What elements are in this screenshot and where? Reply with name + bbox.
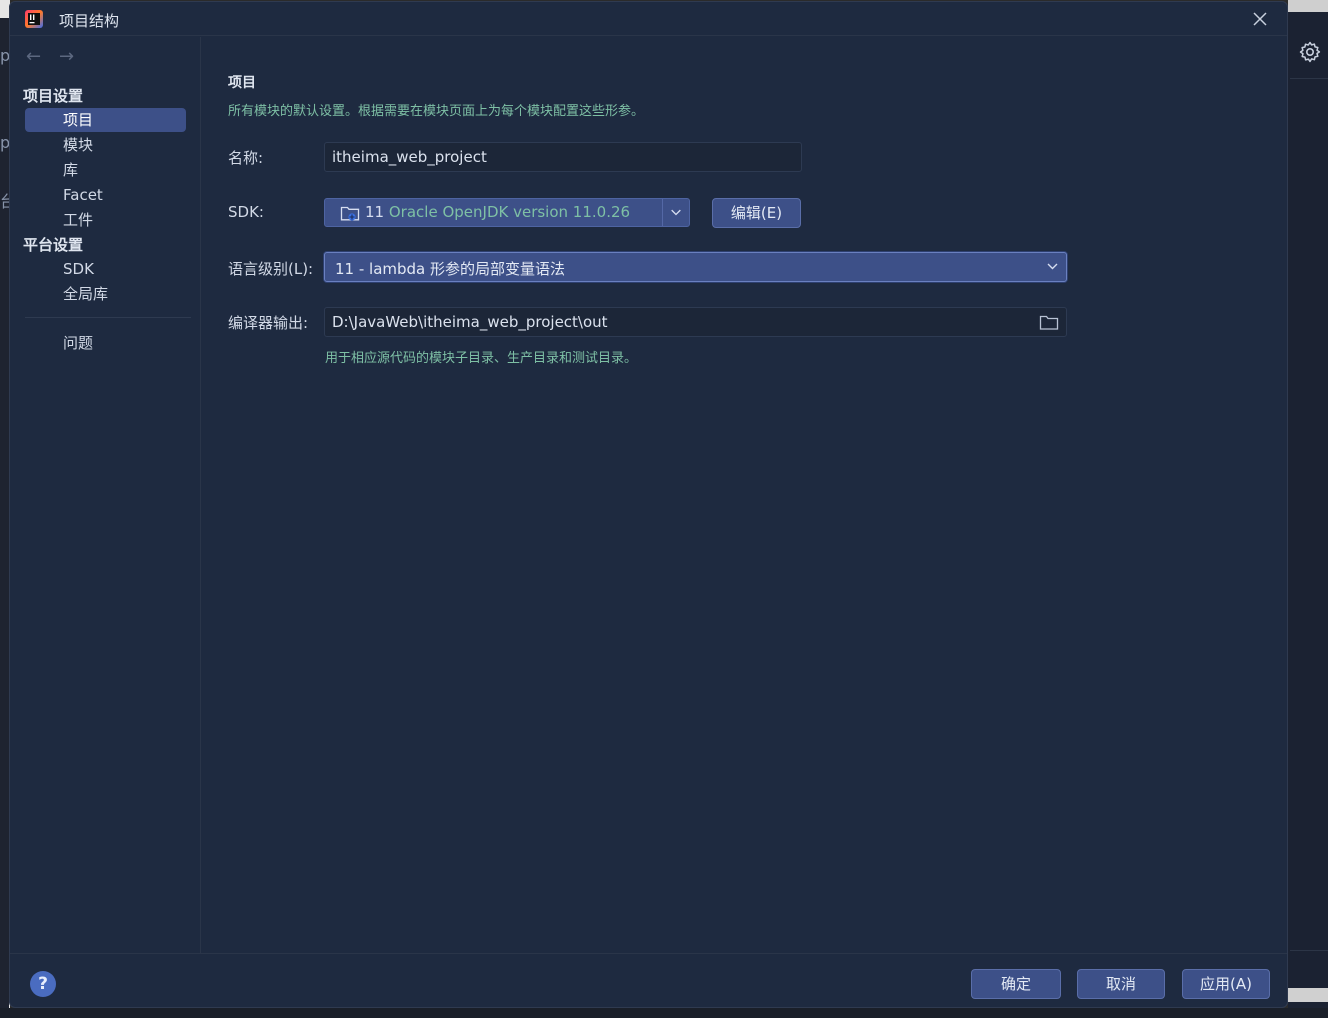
sdk-label: SDK: — [228, 203, 264, 221]
sidebar-item-project[interactable]: 项目 — [25, 108, 186, 132]
page-description: 所有模块的默认设置。根据需要在模块页面上为每个模块配置这些形参。 — [228, 104, 645, 119]
forward-arrow-icon[interactable]: → — [59, 46, 74, 67]
compiler-output-value: D:\JavaWeb\itheima_web_project\out — [332, 313, 608, 331]
gear-icon[interactable] — [1298, 40, 1322, 64]
language-level-label: 语言级别(L): — [228, 260, 314, 278]
close-icon[interactable] — [1250, 9, 1270, 29]
sidebar-item-modules[interactable]: 模块 — [25, 133, 186, 157]
sidebar-item-artifacts[interactable]: 工件 — [25, 208, 186, 232]
dialog-footer: ? 确定 取消 应用(A) — [10, 953, 1287, 1007]
sdk-value: 11 Oracle OpenJDK version 11.0.26 — [365, 203, 630, 221]
background-ide-right-top — [1288, 0, 1328, 12]
project-structure-dialog: 项目结构 ← → 项目设置 项目 模块 库 Facet 工件 平台设置 SDK … — [9, 1, 1288, 1008]
platform-settings-header: 平台设置 — [23, 236, 84, 254]
background-ide-right — [1288, 0, 1328, 1018]
sidebar-item-global-libraries[interactable]: 全局库 — [25, 282, 186, 306]
language-level-dropdown[interactable]: 11 - lambda 形参的局部变量语法 — [324, 252, 1067, 282]
sdk-name: Oracle OpenJDK version 11.0.26 — [388, 203, 631, 221]
back-arrow-icon[interactable]: ← — [26, 46, 41, 67]
edit-sdk-button[interactable]: 编辑(E) — [712, 198, 801, 228]
name-label: 名称: — [228, 149, 264, 167]
page-title: 项目 — [228, 75, 256, 91]
project-settings-panel: 项目 所有模块的默认设置。根据需要在模块页面上为每个模块配置这些形参。 名称: … — [202, 37, 1287, 953]
sdk-folder-icon — [340, 206, 360, 221]
title-bar: 项目结构 — [10, 2, 1287, 36]
language-level-value: 11 - lambda 形参的局部变量语法 — [335, 260, 566, 278]
apply-button[interactable]: 应用(A) — [1182, 969, 1270, 999]
name-input[interactable]: itheima_web_project — [324, 142, 802, 172]
background-divider — [1290, 78, 1328, 79]
sidebar: ← → 项目设置 项目 模块 库 Facet 工件 平台设置 SDK 全局库 问… — [10, 37, 201, 953]
cancel-button[interactable]: 取消 — [1077, 969, 1165, 999]
background-divider — [1290, 950, 1328, 951]
dialog-title: 项目结构 — [59, 12, 120, 30]
sidebar-item-problems[interactable]: 问题 — [25, 331, 186, 355]
sidebar-item-sdk[interactable]: SDK — [25, 257, 186, 281]
project-settings-header: 项目设置 — [23, 87, 84, 105]
chevron-down-icon[interactable] — [1039, 253, 1066, 280]
sidebar-divider — [25, 317, 191, 318]
help-icon[interactable]: ? — [30, 971, 56, 997]
ok-button[interactable]: 确定 — [971, 969, 1061, 999]
background-ide-right-bottom — [1288, 988, 1328, 1002]
compiler-output-label: 编译器输出: — [228, 314, 309, 332]
intellij-idea-icon — [25, 10, 43, 28]
sidebar-item-facet[interactable]: Facet — [25, 183, 186, 207]
compiler-output-input[interactable]: D:\JavaWeb\itheima_web_project\out — [324, 307, 1067, 337]
sdk-version: 11 — [365, 203, 385, 221]
chevron-down-icon[interactable] — [662, 199, 689, 226]
sidebar-item-libraries[interactable]: 库 — [25, 158, 186, 182]
background-ide-left-panel — [0, 18, 9, 1008]
sdk-dropdown[interactable]: 11 Oracle OpenJDK version 11.0.26 — [324, 198, 690, 227]
folder-icon[interactable] — [1039, 314, 1059, 331]
compiler-output-hint: 用于相应源代码的模块子目录、生产目录和测试目录。 — [325, 351, 638, 366]
background-ide-bottom — [0, 1008, 1328, 1018]
